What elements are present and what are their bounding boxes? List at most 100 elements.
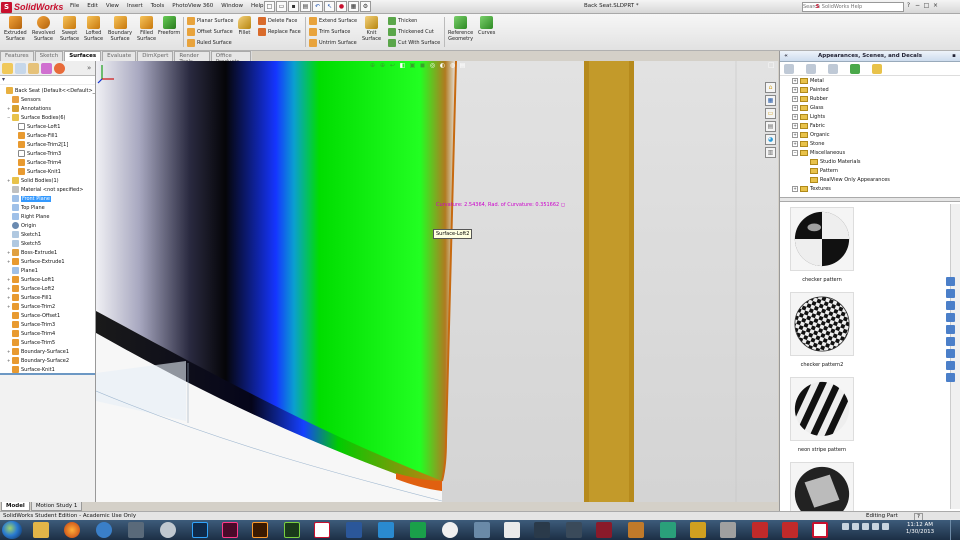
tree-item[interactable]: Sketch5 [0,239,95,248]
appearance-tool-icon[interactable] [946,289,955,298]
appearance-tool-icon[interactable] [946,301,955,310]
display-manager-icon[interactable] [54,62,65,74]
view-settings-icon[interactable]: ▤ [458,61,467,70]
appearance-category[interactable]: + Lights [780,112,960,121]
tree-item[interactable]: + Surface-Loft1 [0,275,95,284]
undo-icon[interactable]: ↶ [312,1,323,12]
appearance-category[interactable]: + Fabric [780,121,960,130]
tree-item[interactable]: Surface-Knit1 [0,167,95,176]
tool-icon[interactable] [690,522,706,538]
appearance-tool-icon[interactable] [946,313,955,322]
civ-game-2-icon[interactable] [782,522,798,538]
app-icon[interactable] [442,522,458,538]
menu-tools[interactable]: Tools [147,2,169,10]
appearance-tool-icon[interactable] [946,277,955,286]
solidworks-taskbar-icon[interactable] [314,522,330,538]
tree-item[interactable]: Top Plane [0,203,95,212]
design-library-icon[interactable]: ▦ [765,95,776,106]
select-arrow-icon[interactable]: ↖ [324,1,335,12]
hide-show-items-icon[interactable]: ◎ [428,61,437,70]
appearance-category[interactable]: + Glass [780,103,960,112]
menu-insert[interactable]: Insert [123,2,147,10]
apply-scene-icon[interactable]: ◍ [448,61,457,70]
tree-item[interactable]: Surface-Trim3 [0,149,95,158]
tab-features[interactable]: Features [0,51,34,61]
utility-icon[interactable] [660,522,676,538]
settings-icon[interactable] [474,522,490,538]
new-document-icon[interactable]: □ [264,1,275,12]
viewport-close-icon[interactable]: □ [768,61,775,69]
previous-view-icon[interactable]: ↩ [388,61,397,70]
archive-icon[interactable] [628,522,644,538]
tray-arrow-icon[interactable] [842,523,849,530]
media-icon[interactable] [596,522,612,538]
solidworks-active-icon[interactable] [812,522,828,538]
tree-item[interactable]: + Surface-Extrude1 [0,257,95,266]
tab-office-products[interactable]: Office Products [210,51,251,65]
appearance-tool-icon[interactable] [946,361,955,370]
file-explorer-icon[interactable]: ▭ [765,108,776,119]
tree-item[interactable]: Surface-Trim3 [0,320,95,329]
resources-home-icon[interactable]: ⌂ [765,82,776,93]
maximize-button[interactable]: □ [922,1,931,11]
tab-surfaces[interactable]: Surfaces [64,51,102,61]
illustrator-icon[interactable] [252,522,268,538]
expand-toggle-icon[interactable]: − [792,149,798,156]
taskbar-clock[interactable]: 11:12 AM 1/30/2013 [900,522,940,536]
firefox-icon[interactable] [64,522,80,538]
fillet-button[interactable]: Fillet [238,16,251,36]
tree-item[interactable]: Sensors [0,95,95,104]
appearance-category[interactable]: + Organic [780,130,960,139]
tab-render-tools[interactable]: Render Tools [174,51,210,65]
tree-item[interactable]: Surface-Fill1 [0,131,95,140]
menu-edit[interactable]: Edit [83,2,102,10]
help-button[interactable]: ? [904,1,913,11]
expand-toggle-icon[interactable]: + [792,104,798,111]
menu-view[interactable]: View [102,2,123,10]
file-properties-icon[interactable]: ▦ [348,1,359,12]
explorer-icon[interactable] [33,522,49,538]
minimize-button[interactable]: − [913,1,922,11]
itunes-icon[interactable] [160,522,176,538]
zoom-to-area-icon[interactable]: ⊕ [378,61,387,70]
sketchup-icon[interactable] [378,522,394,538]
appearance-category[interactable]: + Metal [780,76,960,85]
menu-photoview-360[interactable]: PhotoView 360 [168,2,217,10]
tree-item[interactable]: + Boundary-Surface1 [0,347,95,356]
filter-icon[interactable]: ▾ [0,76,95,85]
appearance-category[interactable]: RealView Only Appearances [780,175,960,184]
thickened-cut-button[interactable]: Thickened Cut [388,27,434,37]
graphics-viewport[interactable]: ⊕ ⊕ ↩ ◧ ▣ ◼ ◎ ◐ ◍ ▤ Curvature: 2.54364, … [96,61,778,502]
configuration-manager-icon[interactable] [28,62,39,74]
view-palette-icon[interactable]: ▤ [765,121,776,132]
calculator-icon[interactable] [128,522,144,538]
civ-game-icon[interactable] [752,522,768,538]
tree-item[interactable]: Front Plane [0,194,95,203]
appearance-category[interactable]: Pattern [780,166,960,175]
tab-evaluate[interactable]: Evaluate [102,51,137,61]
tree-item[interactable]: + Surface-Loft2 [0,284,95,293]
boundary-surface-button[interactable]: Boundary Surface [108,16,132,42]
steam-icon[interactable] [534,522,550,538]
revolved-surface-button[interactable]: Revolved Surface [32,16,55,42]
tree-item[interactable]: Back Seat (Default<<Default>_ [0,86,95,95]
expand-toggle-icon[interactable]: + [792,113,798,120]
feature-tree-icon[interactable] [2,62,13,74]
trim-surface-button[interactable]: Trim Surface [309,27,350,37]
appearance-tool-icon[interactable] [946,337,955,346]
package-icon[interactable] [504,522,520,538]
reference-geometry-button[interactable]: Reference Geometry [448,16,473,42]
tree-item[interactable]: Surface-Loft1 [0,122,95,131]
game-icon[interactable] [566,522,582,538]
appearance-category[interactable]: − Miscellaneous [780,148,960,157]
tree-item[interactable]: + Boss-Extrude1 [0,248,95,257]
tree-item[interactable]: + Boundary-Surface2 [0,356,95,365]
start-button[interactable] [2,521,22,539]
swept-surface-button[interactable]: Swept Surface [60,16,79,42]
knit-surface-button[interactable]: Knit Surface [362,16,381,42]
zoom-to-fit-icon[interactable]: ⊕ [368,61,377,70]
expand-toggle-icon[interactable]: + [792,95,798,102]
appearance-category[interactable]: + Rubber [780,94,960,103]
tree-item[interactable]: Surface-Trim5 [0,338,95,347]
view-orientation-icon[interactable]: ▣ [408,61,417,70]
